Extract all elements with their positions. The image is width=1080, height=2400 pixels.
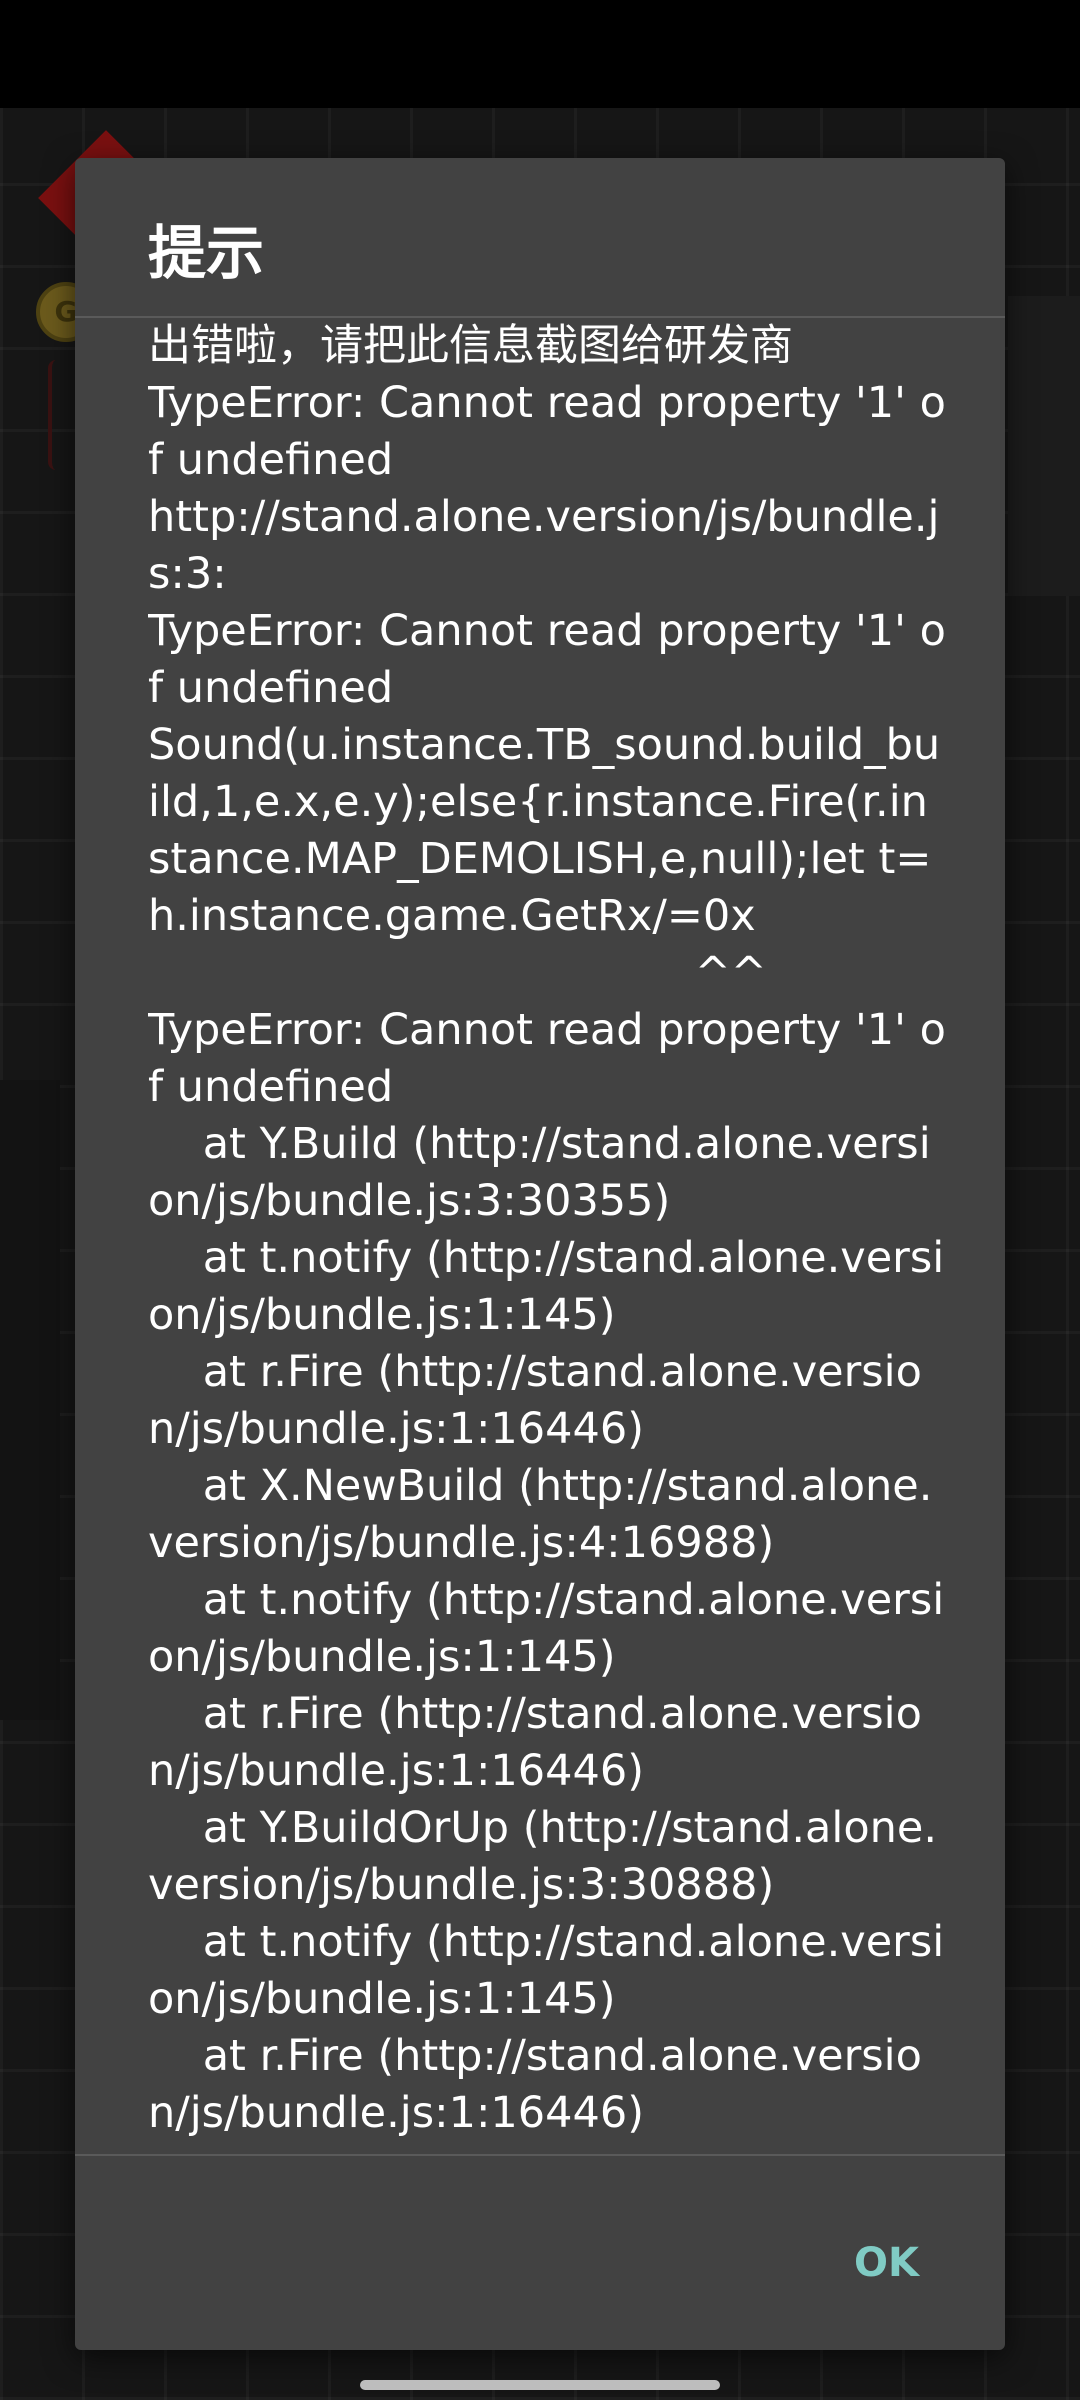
dialog-title: 提示 [148,219,265,287]
home-indicator[interactable] [360,2380,720,2390]
ok-button[interactable]: OK [844,2228,929,2298]
message-scroll-area[interactable]: 出错啦，请把此信息截图给研发商 TypeError: Cannot read p… [148,318,948,2154]
error-message: 出错啦，请把此信息截图给研发商 TypeError: Cannot read p… [148,321,946,2138]
error-dialog: 提示 出错啦，请把此信息截图给研发商 TypeError: Cannot rea… [75,158,1005,2350]
status-bar [0,0,1080,108]
button-divider [75,2154,1005,2156]
left-pillar [0,1080,60,1720]
side-panel [1008,296,1080,596]
